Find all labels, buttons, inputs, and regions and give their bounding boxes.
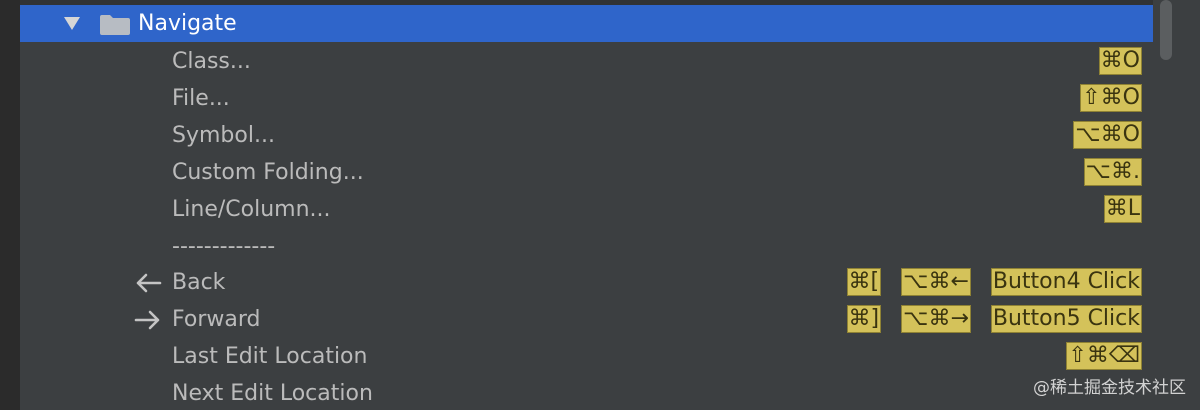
keymap-item-next-edit-location[interactable]: Next Edit Location xyxy=(20,375,1153,410)
keymap-tree: Navigate Class... ⌘O File... ⇧⌘O Symbol.… xyxy=(20,0,1153,410)
shortcut-badge: Button4 Click xyxy=(990,268,1142,296)
keymap-item-symbol[interactable]: Symbol... ⌥⌘O xyxy=(20,117,1153,154)
tree-group-navigate[interactable]: Navigate xyxy=(20,5,1153,42)
shortcut-list: ⌘[ ⌥⌘← Button4 Click xyxy=(846,268,1142,297)
shortcut-badge: ⇧⌘O xyxy=(1080,84,1142,112)
keymap-item-class[interactable]: Class... ⌘O xyxy=(20,43,1153,80)
item-label: Forward xyxy=(172,307,261,332)
shortcut-badge: ⌘[ xyxy=(846,268,882,296)
item-label: Line/Column... xyxy=(172,197,331,222)
shortcut-badge: Button5 Click xyxy=(990,305,1142,333)
shortcut-list: ⌥⌘O xyxy=(1073,121,1142,150)
arrow-right-icon xyxy=(134,310,160,330)
shortcut-badge: ⌥⌘→ xyxy=(901,305,971,333)
shortcut-list: ⌥⌘. xyxy=(1083,158,1142,187)
item-label: Back xyxy=(172,270,226,295)
keymap-item-forward[interactable]: Forward ⌘] ⌥⌘→ Button5 Click xyxy=(20,301,1153,338)
item-label: Custom Folding... xyxy=(172,160,364,185)
item-label: Class... xyxy=(172,49,251,74)
shortcut-list: ⇧⌘O xyxy=(1080,84,1142,113)
keymap-window: Navigate Class... ⌘O File... ⇧⌘O Symbol.… xyxy=(0,0,1200,410)
keymap-item-last-edit-location[interactable]: Last Edit Location ⇧⌘⌫ xyxy=(20,338,1153,375)
shortcut-badge: ⌥⌘O xyxy=(1073,121,1142,149)
scrollbar-thumb[interactable] xyxy=(1160,0,1172,60)
keymap-item-back[interactable]: Back ⌘[ ⌥⌘← Button4 Click xyxy=(20,264,1153,301)
shortcut-badge: ⌘] xyxy=(846,305,882,333)
shortcut-badge: ⌥⌘← xyxy=(901,268,971,296)
shortcut-badge: ⇧⌘⌫ xyxy=(1066,342,1142,370)
vertical-scrollbar[interactable] xyxy=(1153,0,1200,410)
item-label: File... xyxy=(172,86,230,111)
shortcut-list: ⌘O xyxy=(1098,47,1142,76)
tree-group-label: Navigate xyxy=(138,11,237,36)
expand-arrow-icon[interactable] xyxy=(64,17,80,30)
watermark: @稀土掘金技术社区 xyxy=(1033,378,1186,398)
shortcut-list: ⌘L xyxy=(1103,195,1142,224)
left-gutter xyxy=(0,0,20,410)
keymap-item-file[interactable]: File... ⇧⌘O xyxy=(20,80,1153,117)
arrow-left-icon xyxy=(136,273,162,293)
shortcut-list: ⌘] ⌥⌘→ Button5 Click xyxy=(846,305,1142,334)
shortcut-list: ⇧⌘⌫ xyxy=(1066,342,1142,371)
item-label: Next Edit Location xyxy=(172,381,373,406)
shortcut-badge: ⌘O xyxy=(1098,47,1142,75)
item-label: Symbol... xyxy=(172,123,275,148)
keymap-separator[interactable]: ------------- xyxy=(20,228,1153,265)
keymap-item-line-column[interactable]: Line/Column... ⌘L xyxy=(20,191,1153,228)
keymap-item-custom-folding[interactable]: Custom Folding... ⌥⌘. xyxy=(20,154,1153,191)
shortcut-badge: ⌥⌘. xyxy=(1083,158,1142,186)
shortcut-badge: ⌘L xyxy=(1103,195,1142,223)
item-label: Last Edit Location xyxy=(172,344,368,369)
folder-icon xyxy=(100,15,130,35)
separator-label: ------------- xyxy=(172,234,276,259)
